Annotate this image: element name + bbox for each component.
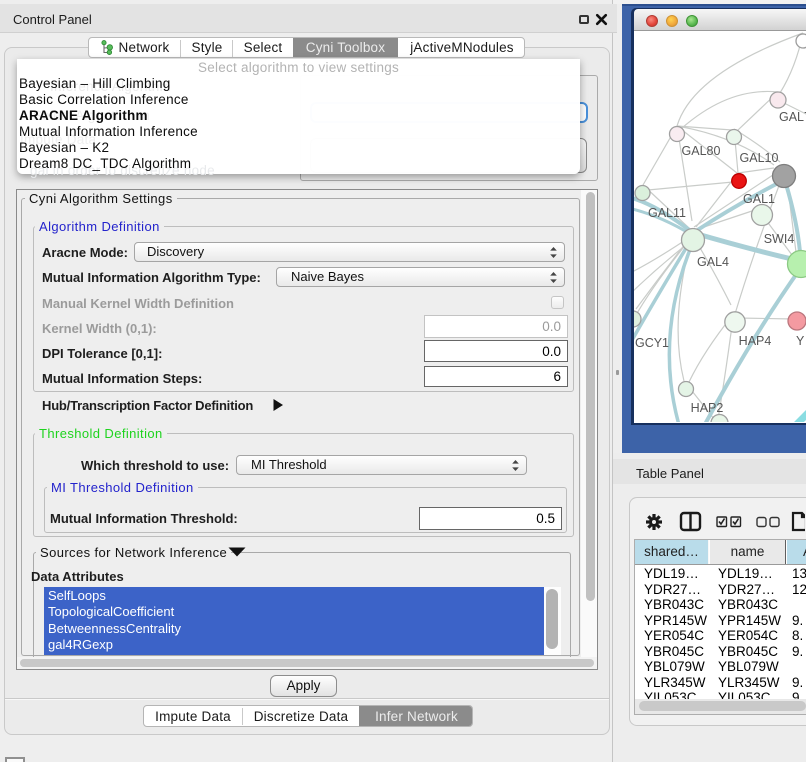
svg-text:GAL1: GAL1 bbox=[743, 192, 775, 206]
svg-text:GAL10: GAL10 bbox=[740, 151, 779, 165]
svg-text:GAL80: GAL80 bbox=[682, 144, 721, 158]
svg-text:GAL11: GAL11 bbox=[648, 206, 686, 220]
svg-text:HAP4: HAP4 bbox=[739, 334, 772, 348]
svg-text:HAP2: HAP2 bbox=[691, 401, 724, 415]
svg-text:GAL7: GAL7 bbox=[779, 110, 806, 124]
svg-text:GCY1: GCY1 bbox=[635, 336, 669, 350]
svg-text:SWI4: SWI4 bbox=[764, 232, 795, 246]
svg-text:GAL4: GAL4 bbox=[697, 255, 729, 269]
svg-text:Y: Y bbox=[796, 334, 805, 348]
